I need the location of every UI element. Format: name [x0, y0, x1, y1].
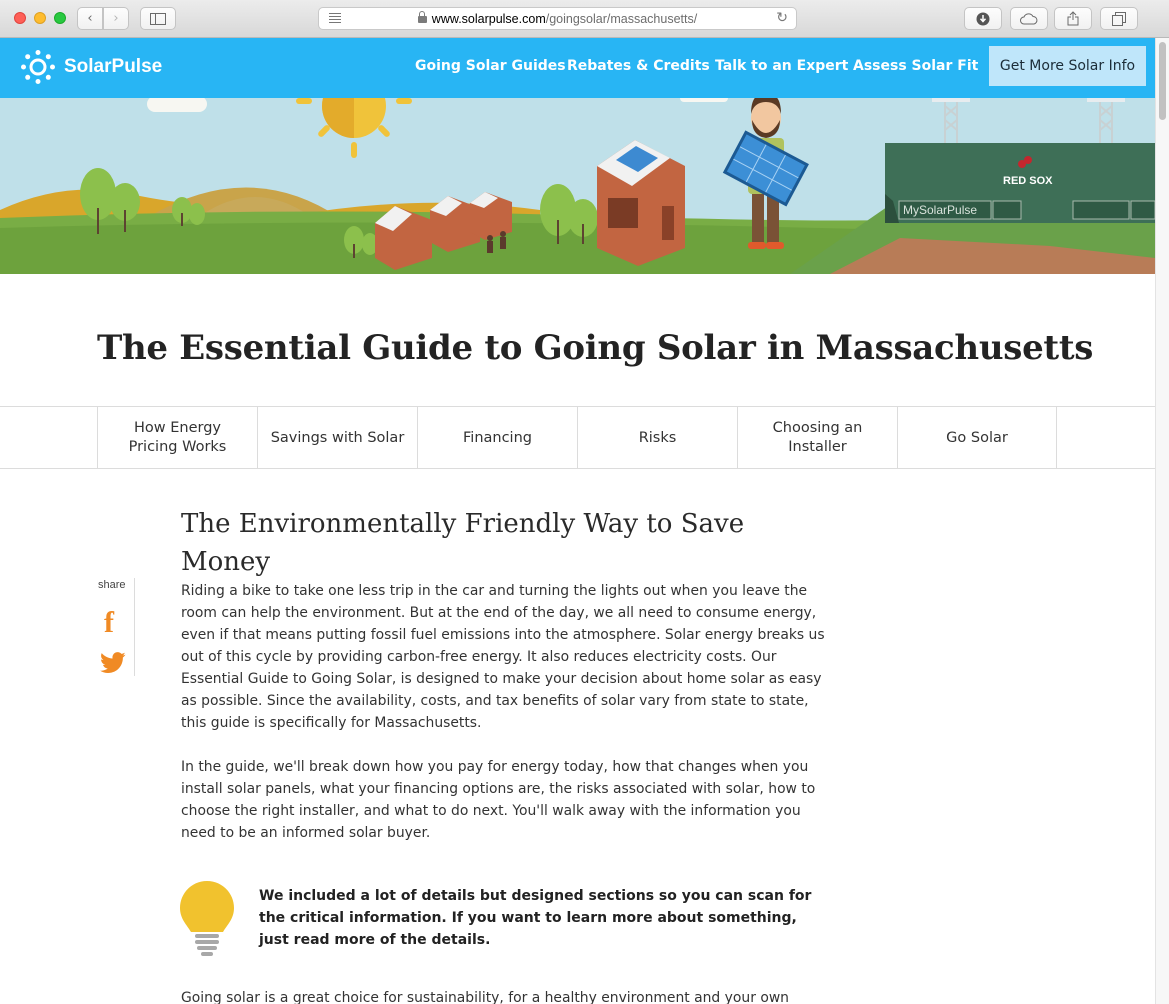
scoreboard-label: MySolarPulse	[903, 203, 978, 217]
chevron-right-icon: ›	[113, 11, 119, 26]
tab-savings-with-solar[interactable]: Savings with Solar	[257, 407, 417, 469]
logo-text: SolarPulse	[64, 56, 163, 77]
zoom-window-button[interactable]	[54, 12, 66, 24]
share-label: share	[98, 579, 126, 591]
scrollbar-thumb[interactable]	[1159, 42, 1166, 120]
red-sox-sign: RED SOX	[1003, 175, 1053, 187]
close-window-button[interactable]	[14, 12, 26, 24]
section-tabs: How Energy Pricing Works Savings with So…	[0, 406, 1155, 469]
nav-going-solar-guides[interactable]: Going Solar Guides	[415, 58, 566, 74]
sun-logo-icon	[21, 50, 55, 84]
url-text: www.solarpulse.com/goingsolar/massachuse…	[319, 11, 796, 26]
tab-choosing-an-installer[interactable]: Choosing an Installer	[737, 407, 897, 469]
hero-illustration: RED SOX MySolarPulse	[0, 98, 1155, 274]
share-panel: share f	[97, 578, 135, 676]
downloads-button[interactable]	[964, 7, 1002, 30]
tabs-icon	[1112, 12, 1126, 26]
nav-talk-to-expert[interactable]: Talk to an Expert	[715, 58, 848, 74]
site-header: SolarPulse Going Solar Guides Rebates & …	[0, 38, 1155, 98]
forward-button[interactable]: ›	[103, 7, 129, 30]
lock-icon	[417, 11, 427, 23]
url-path: /goingsolar/massachusetts/	[545, 12, 698, 26]
tip-callout: We included a lot of details but designe…	[259, 888, 812, 948]
continued-paragraph-text: Going solar is a great choice for sustai…	[181, 991, 789, 1004]
page-title: The Essential Guide to Going Solar in Ma…	[97, 328, 1094, 368]
tab-risks[interactable]: Risks	[577, 407, 737, 469]
site-logo[interactable]: SolarPulse	[20, 49, 162, 85]
twitter-icon[interactable]	[100, 652, 126, 674]
guide-overview-paragraph: In the guide, we'll break down how you p…	[181, 759, 816, 841]
get-more-solar-info-button[interactable]: Get More Solar Info	[989, 46, 1146, 86]
facebook-icon[interactable]: f	[104, 608, 114, 638]
url-domain: www.solarpulse.com	[431, 12, 546, 26]
continued-paragraph: Going solar is a great choice for sustai…	[181, 991, 826, 1004]
tabs-overview-button[interactable]	[1100, 7, 1138, 30]
address-bar[interactable]: www.solarpulse.com/goingsolar/massachuse…	[318, 7, 797, 30]
intro-paragraph: Riding a bike to take one less trip in t…	[181, 583, 825, 731]
sidebar-toggle-button[interactable]	[140, 7, 176, 30]
tab-financing[interactable]: Financing	[417, 407, 577, 469]
chevron-left-icon: ‹	[87, 11, 93, 26]
tab-go-solar[interactable]: Go Solar	[897, 407, 1057, 469]
page-scrollbar[interactable]	[1155, 38, 1169, 1004]
share-sheet-button[interactable]	[1054, 7, 1092, 30]
cloud-icon	[1020, 13, 1038, 25]
download-icon	[976, 12, 990, 26]
reload-icon[interactable]: ↻	[776, 10, 788, 26]
sidebar-icon	[150, 13, 166, 25]
minimize-window-button[interactable]	[34, 12, 46, 24]
nav-assess-solar-fit[interactable]: Assess Solar Fit	[853, 58, 978, 74]
article-heading: The Environmentally Friendly Way to Save…	[181, 509, 745, 577]
back-button[interactable]: ‹	[77, 7, 103, 30]
lightbulb-icon	[180, 881, 234, 956]
icloud-button[interactable]	[1010, 7, 1048, 30]
browser-toolbar: ‹ › www.solarpulse.com/goingsolar/massac…	[0, 0, 1169, 38]
tab-how-energy-pricing-works[interactable]: How Energy Pricing Works	[97, 407, 257, 469]
share-icon	[1067, 11, 1079, 26]
nav-rebates-credits[interactable]: Rebates & Credits	[567, 58, 710, 74]
